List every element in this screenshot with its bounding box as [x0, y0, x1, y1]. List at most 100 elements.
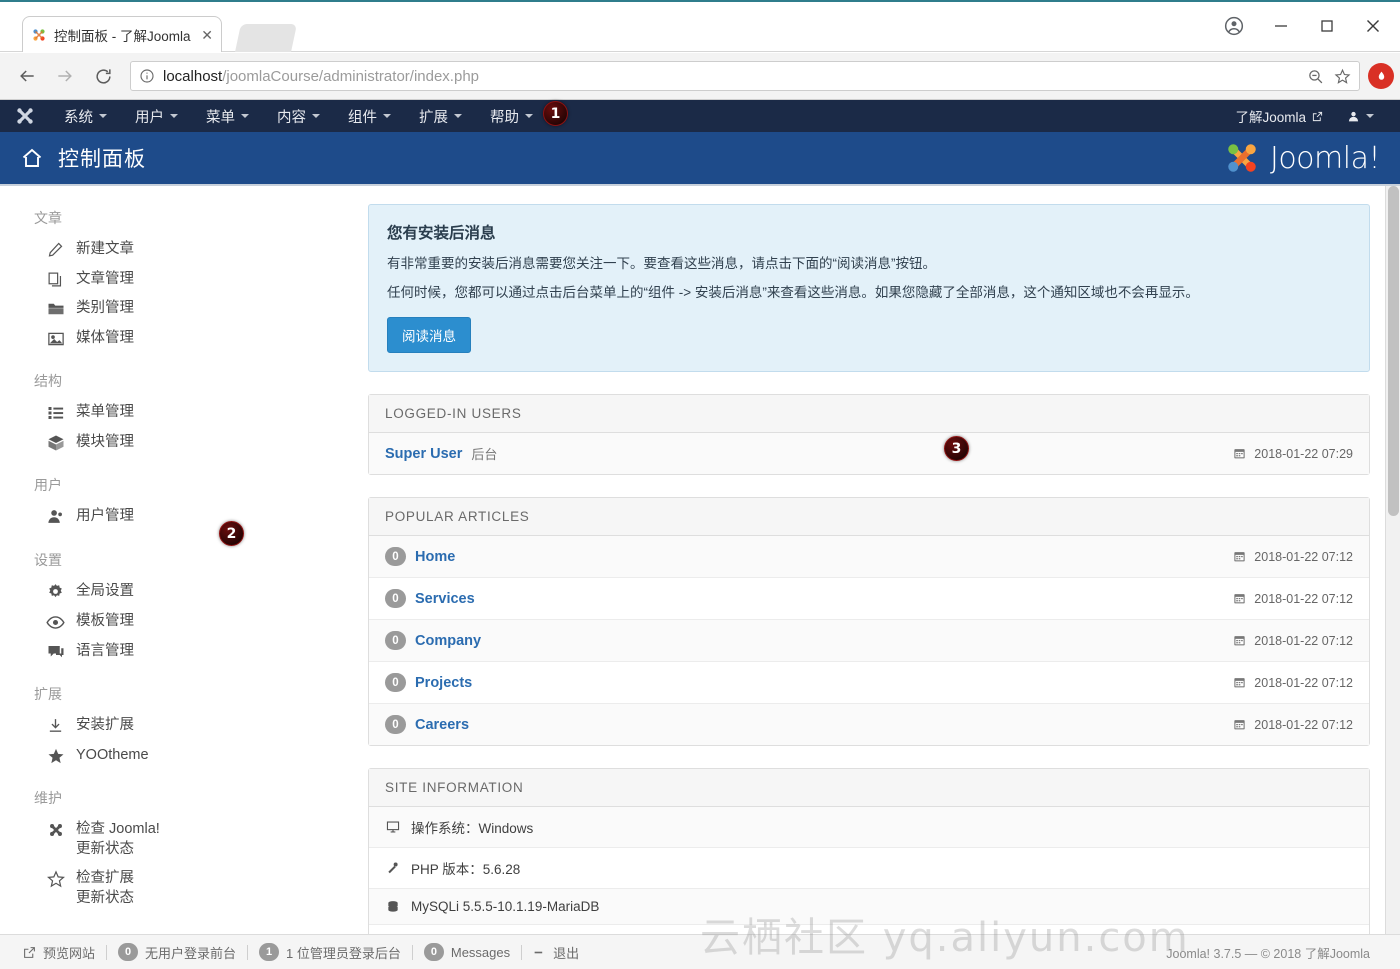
window-maximize-button[interactable]	[1304, 6, 1350, 46]
site-info-text: 操作系统：Windows	[411, 821, 534, 837]
calendar-icon	[1233, 718, 1246, 731]
calendar-icon	[1233, 634, 1246, 647]
sidebar-item-media-manager[interactable]: 媒体管理	[0, 324, 352, 354]
window-controls	[1210, 6, 1396, 46]
site-info-text: MySQLi 5.5.5-10.1.19-MariaDB	[411, 899, 600, 915]
admin-menu-label: 系统	[64, 109, 93, 126]
sidebar-item-install-extensions[interactable]: 安装扩展	[0, 711, 352, 741]
scrollbar-thumb[interactable]	[1388, 186, 1399, 516]
sidebar-item-joomla-update[interactable]: 检查 Joomla! 更新状态	[0, 815, 352, 864]
admin-menu-help[interactable]: 帮助	[476, 100, 547, 132]
article-link[interactable]: Careers	[415, 717, 469, 733]
user-icon	[1347, 110, 1360, 123]
tab-close-icon[interactable]: ✕	[201, 28, 213, 42]
back-icon[interactable]	[10, 59, 44, 93]
alert-title: 您有安装后消息	[387, 225, 496, 242]
preview-site-button[interactable]: 预览网站	[12, 943, 106, 962]
chevron-down-icon	[170, 114, 178, 118]
sidebar-item-user-manager[interactable]: 用户管理	[0, 502, 352, 532]
article-link[interactable]: Company	[415, 633, 481, 649]
table-row[interactable]: 0 Home 2018-01-22 07:12	[369, 536, 1369, 579]
copy-icon	[46, 270, 65, 288]
logout-label: 退出	[553, 945, 580, 961]
forward-icon[interactable]	[48, 59, 82, 93]
backend-users-status[interactable]: 1 1 位管理员登录后台	[248, 943, 412, 962]
sidebar-group-title-extensions: 扩展	[34, 686, 62, 703]
admin-user-menu[interactable]	[1335, 110, 1386, 123]
joomla-icon	[46, 820, 65, 839]
sidebar-item-label: 媒体管理	[76, 329, 134, 346]
logout-button[interactable]: 退出	[522, 943, 590, 962]
user-name-link[interactable]: Super User	[385, 446, 462, 462]
site-info-row-php: PHP 版本：5.6.28	[369, 848, 1369, 890]
external-link-icon	[23, 946, 36, 959]
article-link[interactable]: Home	[415, 549, 455, 565]
page-title: 控制面板	[58, 148, 146, 171]
table-row[interactable]: Super User 后台 2018-01-22 07:29	[369, 433, 1369, 475]
address-bar-text: localhost/joomlaCourse/administrator/ind…	[163, 68, 1299, 85]
article-link[interactable]: Services	[415, 591, 475, 607]
table-row[interactable]: 0 Services 2018-01-22 07:12	[369, 578, 1369, 621]
folder-icon	[46, 299, 65, 318]
table-row[interactable]: 0 Careers 2018-01-22 07:12	[369, 704, 1369, 746]
zoom-out-icon[interactable]	[1307, 68, 1324, 85]
table-row[interactable]: 0 Company 2018-01-22 07:12	[369, 620, 1369, 663]
sidebar-item-label: 类别管理	[76, 300, 134, 317]
chevron-down-icon	[525, 114, 533, 118]
messages-status[interactable]: 0 Messages	[413, 943, 521, 961]
sidebar-item-menu-manager[interactable]: 菜单管理	[0, 398, 352, 428]
admin-menu-menus[interactable]: 菜单	[192, 100, 263, 132]
new-tab-button[interactable]	[235, 24, 297, 52]
joomla-logo-icon[interactable]	[14, 105, 36, 127]
page-scrollbar[interactable]	[1385, 186, 1400, 934]
hit-count-badge: 0	[385, 715, 406, 735]
sidebar-item-label: 文章管理	[76, 270, 134, 287]
calendar-icon	[1233, 592, 1246, 605]
sidebar-item-language-manager[interactable]: 语言管理	[0, 637, 352, 667]
visit-site-link[interactable]: 了解Joomla	[1223, 106, 1335, 126]
admin-menu-users[interactable]: 用户	[121, 100, 192, 132]
hit-count-badge: 0	[385, 673, 406, 693]
window-minimize-button[interactable]	[1258, 6, 1304, 46]
sidebar-item-global-config[interactable]: 全局设置	[0, 577, 352, 607]
calendar-icon	[1233, 447, 1246, 460]
sidebar-item-category-manager[interactable]: 类别管理	[0, 294, 352, 324]
window-close-button[interactable]	[1350, 6, 1396, 46]
sidebar-item-module-manager[interactable]: 模块管理	[0, 428, 352, 458]
post-install-message-panel: 您有安装后消息 有非常重要的安装后消息需要您关注一下。要查看这些消息，请点击下面…	[368, 204, 1370, 373]
php-icon	[385, 861, 401, 875]
admin-menu-label: 组件	[348, 109, 377, 126]
bookmark-star-icon[interactable]	[1334, 68, 1351, 85]
backend-users-label: 1 位管理员登录后台	[286, 945, 401, 961]
sidebar-item-new-article[interactable]: 新建文章	[0, 235, 352, 265]
frontend-users-badge: 0	[118, 943, 139, 961]
frontend-users-status[interactable]: 0 无用户登录前台	[107, 943, 247, 962]
sidebar-item-yootheme[interactable]: YOOtheme	[0, 741, 352, 771]
admin-menu-system[interactable]: 系统	[50, 100, 121, 132]
alert-paragraph-2: 任何时候，您都可以通过点击后台菜单上的“组件 -> 安装后消息”来查看这些消息。…	[387, 284, 1199, 300]
read-messages-button[interactable]: 阅读消息	[387, 317, 471, 354]
date-text: 2018-01-22 07:29	[1254, 446, 1353, 461]
reload-icon[interactable]	[86, 59, 120, 93]
article-link[interactable]: Projects	[415, 675, 472, 691]
admin-menu-components[interactable]: 组件	[334, 100, 405, 132]
database-icon	[385, 900, 401, 914]
row-date: 2018-01-22 07:29	[1233, 447, 1353, 461]
sidebar-group-title-structure: 结构	[34, 373, 62, 390]
extension-icon[interactable]	[1368, 63, 1394, 89]
sidebar-item-extensions-update[interactable]: 检查扩展 更新状态	[0, 864, 352, 913]
page-info-icon[interactable]	[139, 68, 155, 84]
browser-tab-bar: 控制面板 - 了解Joomla ✕	[0, 2, 1400, 52]
browser-tab[interactable]: 控制面板 - 了解Joomla ✕	[22, 16, 222, 52]
site-info-row-os: 操作系统：Windows	[369, 807, 1369, 849]
admin-menu-content[interactable]: 内容	[263, 100, 334, 132]
admin-menu-extensions[interactable]: 扩展	[405, 100, 476, 132]
joomla-brand-logo: Joomla!	[1222, 138, 1381, 178]
sidebar-item-article-manager[interactable]: 文章管理	[0, 265, 352, 295]
browser-profile-icon[interactable]	[1210, 6, 1258, 46]
chevron-down-icon	[1366, 114, 1374, 118]
table-row[interactable]: 0 Projects 2018-01-22 07:12	[369, 662, 1369, 705]
sidebar-item-template-manager[interactable]: 模板管理	[0, 607, 352, 637]
address-bar[interactable]: localhost/joomlaCourse/administrator/ind…	[130, 61, 1360, 91]
sidebar-item-label: 语言管理	[76, 642, 134, 659]
